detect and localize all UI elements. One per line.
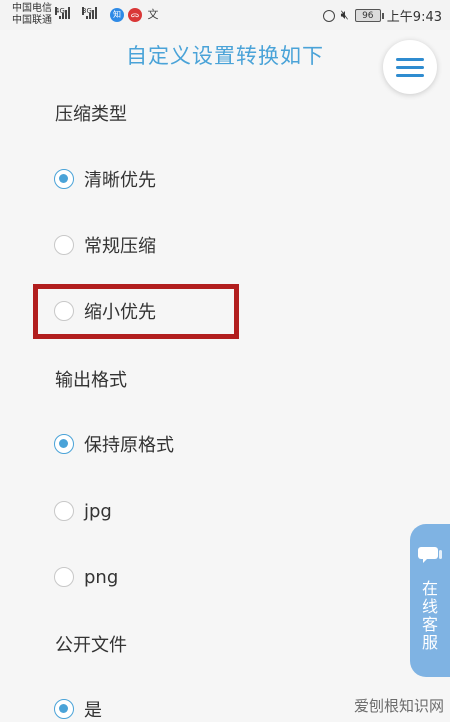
signal-1-label: 4G [55, 7, 65, 15]
option-label: png [84, 566, 119, 588]
menu-button[interactable] [383, 40, 437, 94]
option-label: 清晰优先 [84, 170, 156, 191]
radio-button[interactable] [54, 567, 74, 587]
zhihu-app-icon: 知 [110, 8, 124, 22]
menu-icon-bar [396, 74, 424, 77]
compress-type-heading: 压缩类型 [55, 104, 127, 125]
option-label: 保持原格式 [84, 435, 174, 456]
radio-option-keep-format[interactable]: 保持原格式 [54, 431, 174, 457]
radio-option-yes[interactable]: 是 [54, 696, 102, 722]
alarm-icon [322, 9, 335, 22]
menu-icon [396, 58, 424, 61]
menu-icon-bar [396, 66, 424, 69]
radio-button[interactable] [54, 434, 74, 454]
signal-2-label: 3G [82, 7, 92, 15]
status-bar: 中国电信 中国联通 4G 3G 知 ᯅ 文 🔇︎ 96 上午9:43 [0, 0, 450, 30]
radio-option-png[interactable]: png [54, 564, 118, 590]
public-file-heading: 公开文件 [55, 635, 127, 656]
battery-icon: 96 [354, 9, 384, 22]
app-notification-icon: ᯅ [128, 8, 142, 22]
carrier-names: 中国电信 中国联通 [12, 3, 52, 27]
mute-icon: 🔇︎ [340, 7, 349, 23]
radio-button[interactable] [54, 235, 74, 255]
signal-1-icon: 4G [55, 7, 70, 19]
customer-service-label: 在线客服 [419, 580, 438, 652]
status-time: 上午9:43 [386, 10, 442, 25]
radio-option-jpg[interactable]: jpg [54, 498, 112, 524]
chat-icon [418, 547, 442, 563]
radio-option-normal-compress[interactable]: 常规压缩 [54, 232, 156, 258]
option-label: 常规压缩 [84, 236, 156, 257]
signal-2-icon: 3G [82, 7, 97, 19]
radio-button[interactable] [54, 169, 74, 189]
watermark: 爱刨根知识网 [353, 697, 444, 715]
radio-button[interactable] [54, 699, 74, 719]
option-label: 是 [84, 700, 102, 721]
option-label: jpg [84, 500, 112, 522]
highlight-annotation-box [33, 284, 239, 339]
radio-button[interactable] [54, 501, 74, 521]
carrier-2: 中国联通 [12, 15, 52, 26]
customer-service-button[interactable]: 在线客服 [410, 524, 450, 677]
radio-option-clarity-first[interactable]: 清晰优先 [54, 166, 156, 192]
translate-app-icon: 文 [147, 8, 159, 21]
status-right: 🔇︎ 96 上午9:43 [322, 6, 442, 25]
output-format-heading: 输出格式 [55, 370, 127, 391]
carrier-1: 中国电信 [12, 3, 52, 14]
